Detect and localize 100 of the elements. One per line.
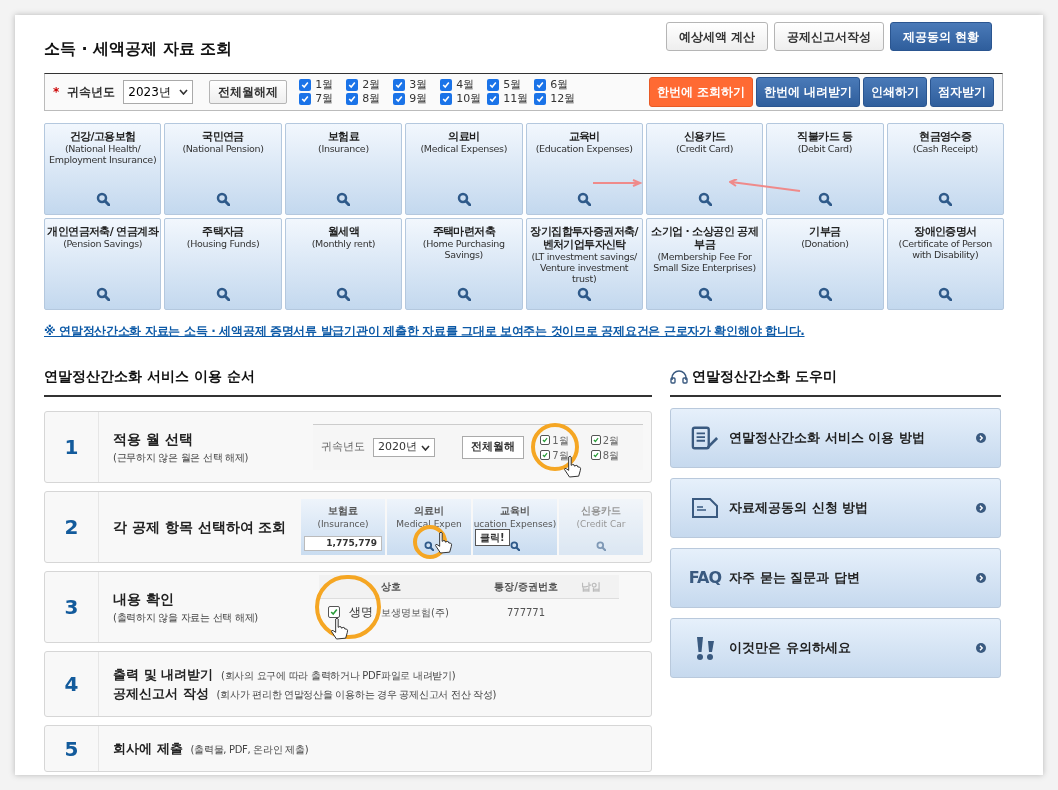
tile-subtitle: (Housing Funds) [186,238,260,249]
category-tile[interactable]: 주택자금 (Housing Funds) [164,218,282,310]
step-note: (출력물, PDF, 온라인 제출) [190,742,309,757]
year-select[interactable]: 2023년 [123,80,194,104]
search-icon [596,541,606,551]
checkbox[interactable] [440,79,453,91]
table-cell-text: 777771 [505,605,547,620]
checkbox[interactable] [346,79,359,91]
tile-subtitle: (Monthly rent) [311,238,376,249]
checkbox[interactable] [393,79,406,91]
search-icon [938,287,953,301]
category-tile[interactable]: 장기집합투자증권저축/ 벤처기업투자신탁 (LT investment savings/ Venture investment trust) [525,218,643,310]
search-icon [456,192,471,206]
tile-subtitle: (LT investment savings/ Venture investment trust) [530,251,638,284]
column-header: 상호 [381,580,402,594]
help-link-card[interactable]: 이것만은 유의하세요 [670,618,1001,678]
month-label: 2월 [602,433,619,448]
help-link-card[interactable]: 자료제공동의 신청 방법 [670,478,1001,538]
toolbar-button[interactable]: 공제신고서작성 [773,22,884,51]
tile-title: 국민연금 [202,130,244,143]
category-tile[interactable]: 개인연금저축/ 연금계좌 (Pension Savings) [44,218,162,310]
search-icon [336,287,351,301]
tile-title: 주택마련저축 [432,225,495,238]
checkbox[interactable] [590,435,601,445]
checkbox[interactable] [328,606,340,618]
amount-field: 1,775,779 [304,535,382,551]
category-tile[interactable]: 신용카드 (Credit Card) [645,123,764,215]
checkbox[interactable] [393,93,406,105]
tile-title: 의료비 [414,504,444,518]
click-callout: 클릭! [475,529,510,546]
month-label: 12월 [550,92,576,106]
tile-subtitle: (Pension Savings) [63,238,143,249]
step-title: 출력 및 내려받기 [113,665,214,684]
checkbox[interactable] [299,93,312,105]
step-note: (회사가 편리한 연말정산을 이용하는 경우 공제신고서 전산 작성) [216,688,497,702]
category-tile[interactable]: 현금영수증 (Cash Receipt) [886,123,1004,215]
month-label: 7월 [552,448,569,463]
step-title: 회사에 제출 [113,739,183,758]
step-title: 적용 월 선택 [113,430,194,449]
category-tile[interactable]: 소기업 · 소상공인 공제부금 (Membership Fee For Small Size Enterprises) [645,218,764,310]
checkbox[interactable] [487,79,500,91]
checkbox[interactable] [540,450,551,460]
search-icon [938,192,953,206]
page-title: 소득 · 세액공제 자료 조회 [44,38,233,60]
faq-label: FAQ [688,567,722,589]
month-label: 8월 [362,92,381,106]
category-tile[interactable]: 기부금 (Donation) [766,218,884,310]
month-label: 10월 [456,92,482,106]
checkbox[interactable] [299,79,312,91]
toolbar-button[interactable]: 제공동의 현황 [889,22,992,51]
section-heading: 연말정산간소화 서비스 이용 순서 [44,366,652,397]
step-number: 5 [45,726,99,771]
clear-months-button[interactable]: 전체월해제 [209,80,288,104]
search-icon [510,541,520,551]
category-tile[interactable]: 교육비 (Education Expenses) [525,123,643,215]
search-icon [216,287,231,301]
tile-title: 신용카드 [683,130,726,143]
tile-title: 기부금 [809,225,841,238]
category-tile[interactable]: 주택마련저축 (Home Purchasing Savings) [405,218,523,310]
action-button[interactable]: 한번에 내려받기 [755,77,860,107]
step-title: 내용 확인 [113,590,175,609]
tile-subtitle: ucation Expenses) [473,518,557,531]
step-number: 1 [45,412,99,482]
checkbox[interactable] [440,93,453,105]
checkbox[interactable] [534,79,547,91]
action-button[interactable]: 인쇄하기 [863,77,927,107]
notice-link[interactable]: ※ 연말정산간소화 자료는 소득 · 세액공제 증명서류 발급기관이 제출한 자료를 그대로 보여주는 것이므로 공제요건은 근로자가 확인해야 합니다. [44,322,1014,340]
search-icon [697,287,712,301]
magnified-text: 생명 [349,604,374,621]
tile-subtitle: (Medical Expenses) [420,143,508,154]
category-tile[interactable]: 건강/고용보험 (National Health/ Employment Insurance) [44,123,162,215]
step-note: (회사의 요구에 따라 출력하거나 PDF파일로 내려받기) [221,668,456,683]
category-tile[interactable]: 의료비 (Medical Expenses) [405,123,523,215]
month-label: 6월 [550,78,569,92]
tile-title: 소기업 · 소상공인 공제부금 [650,225,759,251]
tile-subtitle: (National Pension) [182,143,264,154]
help-link-card[interactable]: FAQ 자주 묻는 질문과 답변 [670,548,1001,608]
exclamation-icon [694,635,716,661]
category-tile[interactable]: 장애인증명서 (Certificate of Person with Disability) [886,218,1004,310]
category-tile[interactable]: 직불카드 등 (Debit Card) [766,123,884,215]
help-link-card[interactable]: 연말정산간소화 서비스 이용 방법 [670,408,1001,468]
tile-title: 교육비 [500,504,530,518]
tile-subtitle: (Certificate of Person with Disability) [897,238,994,260]
checkbox[interactable] [346,93,359,105]
category-tile[interactable]: 월세액 (Monthly rent) [284,218,403,310]
toolbar-button[interactable]: 예상세액 계산 [665,22,768,51]
caret-icon [421,444,430,451]
action-button[interactable]: 점자받기 [930,77,994,107]
tile-subtitle: (Credit Card) [675,143,734,154]
checkbox[interactable] [534,93,547,105]
checkbox[interactable] [540,435,551,445]
search-icon [456,287,471,301]
category-tile[interactable]: 국민연금 (National Pension) [164,123,282,215]
category-tile[interactable]: 보험료 (Insurance) [284,123,403,215]
checkbox[interactable] [590,450,601,460]
checkbox[interactable] [487,93,500,105]
search-icon [697,192,712,206]
tile-title: 장기집합투자증권저축/ 벤처기업투자신탁 [529,225,640,251]
search-icon [424,541,434,551]
search-icon [817,287,832,301]
